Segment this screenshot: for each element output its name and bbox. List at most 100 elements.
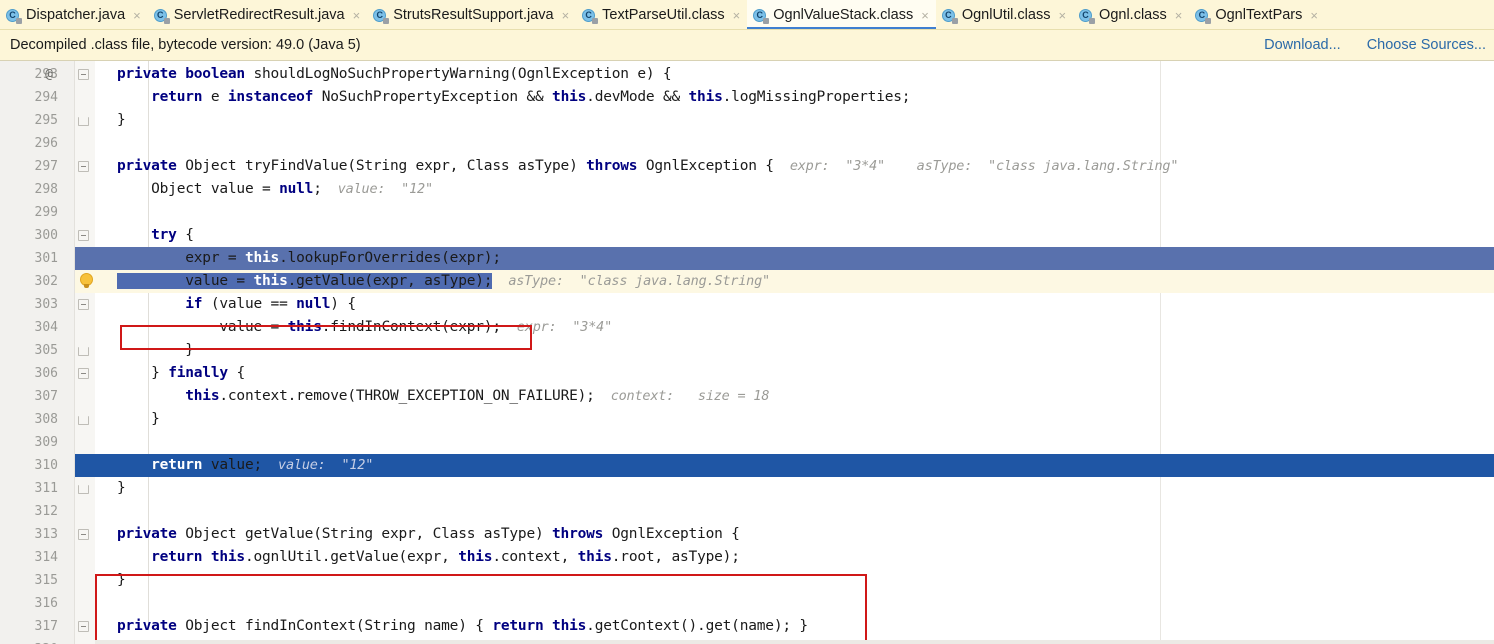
code-line[interactable]: 310 return value; value: "12" xyxy=(0,454,1494,477)
close-icon[interactable]: × xyxy=(353,9,361,22)
code-line[interactable]: 311} xyxy=(0,477,1494,500)
code-statement: value = this.findInContext(expr); xyxy=(117,319,501,335)
code-text[interactable]: if (value == null) { xyxy=(117,293,356,316)
editor-tab-ognlutil-class[interactable]: C OgnlUtil.class × xyxy=(936,0,1073,29)
code-token: Object getValue(String expr, Class asTyp… xyxy=(185,526,553,542)
code-statement: private Object tryFindValue(String expr,… xyxy=(117,158,774,174)
choose-sources-link[interactable]: Choose Sources... xyxy=(1367,37,1486,53)
fold-collapse-icon[interactable] xyxy=(78,299,89,310)
horizontal-scrollbar[interactable] xyxy=(95,640,1494,644)
fold-end-icon[interactable] xyxy=(78,345,89,356)
code-line[interactable]: 314 return this.ognlUtil.getValue(expr, … xyxy=(0,546,1494,569)
annotation-marker-icon[interactable]: @ xyxy=(40,63,58,86)
code-line[interactable]: 298 Object value = null; value: "12" xyxy=(0,178,1494,201)
close-icon[interactable]: × xyxy=(921,9,929,22)
fold-collapse-icon[interactable] xyxy=(78,161,89,172)
line-number: 304 xyxy=(34,320,58,335)
code-line[interactable]: 313 private Object getValue(String expr, … xyxy=(0,523,1494,546)
editor-tab-strutsresultsupport-java[interactable]: C StrutsResultSupport.java × xyxy=(367,0,576,29)
code-line[interactable]: 315} xyxy=(0,569,1494,592)
code-line[interactable]: 306 } finally { xyxy=(0,362,1494,385)
code-text[interactable]: } xyxy=(117,339,194,362)
code-line[interactable]: 317 private Object findInContext(String n… xyxy=(0,615,1494,638)
code-line[interactable]: 309 xyxy=(0,431,1494,454)
code-line[interactable]: 316 xyxy=(0,592,1494,615)
editor-tab-ognlvaluestack-class[interactable]: C OgnlValueStack.class × xyxy=(747,0,936,29)
code-statement: if (value == null) { xyxy=(117,296,356,312)
close-icon[interactable]: × xyxy=(562,9,570,22)
java-class-icon: C xyxy=(153,8,170,24)
close-icon[interactable]: × xyxy=(1058,9,1066,22)
code-text[interactable]: private Object tryFindValue(String expr,… xyxy=(117,155,1178,178)
close-icon[interactable]: × xyxy=(133,9,141,22)
keyword-token: try xyxy=(151,227,186,243)
code-text[interactable]: private boolean shouldLogNoSuchPropertyW… xyxy=(117,63,672,86)
fold-collapse-icon[interactable] xyxy=(78,368,89,379)
code-text[interactable]: } xyxy=(117,109,126,132)
code-line[interactable]: 304 value = this.findInContext(expr); exp… xyxy=(0,316,1494,339)
code-line[interactable]: 293 @ private boolean shouldLogNoSuchPrope… xyxy=(0,63,1494,86)
code-line[interactable]: 301 expr = this.lookupForOverrides(expr)… xyxy=(0,247,1494,270)
code-text[interactable]: Object value = null; value: "12" xyxy=(117,178,433,201)
code-line[interactable]: 312 xyxy=(0,500,1494,523)
debugger-inline-value-hint[interactable]: value: "12" xyxy=(338,181,433,197)
editor-tab-ognl-class[interactable]: C Ognl.class × xyxy=(1073,0,1189,29)
debugger-inline-value-hint[interactable]: asType: "class java.lang.String" xyxy=(508,273,770,289)
code-line[interactable]: 305 } xyxy=(0,339,1494,362)
code-editor[interactable]: 293 @ private boolean shouldLogNoSuchPrope… xyxy=(0,61,1494,644)
code-line[interactable]: 302 value = this.getValue(expr, asType);… xyxy=(0,270,1494,293)
editor-tab-textparseutil-class[interactable]: C TextParseUtil.class × xyxy=(576,0,747,29)
code-text[interactable]: } xyxy=(117,408,160,431)
editor-tab-label: Dispatcher.java xyxy=(26,7,126,23)
debugger-inline-value-hint[interactable]: expr: "3*4" asType: "class java.lang.Str… xyxy=(790,158,1179,174)
code-line[interactable]: 300 try { xyxy=(0,224,1494,247)
close-icon[interactable]: × xyxy=(1175,9,1183,22)
keyword-token: this xyxy=(185,388,220,404)
fold-collapse-icon[interactable] xyxy=(78,529,89,540)
editor-tab-ognltextpars[interactable]: C OgnlTextPars × xyxy=(1189,0,1325,29)
code-text[interactable]: this.context.remove(THROW_EXCEPTION_ON_F… xyxy=(117,385,769,408)
code-line[interactable]: 297 private Object tryFindValue(String ex… xyxy=(0,155,1494,178)
code-text[interactable]: private Object findInContext(String name… xyxy=(117,615,808,638)
fold-end-icon[interactable] xyxy=(78,483,89,494)
editor-tab-dispatcher-java[interactable]: C Dispatcher.java × xyxy=(0,0,148,29)
code-text[interactable]: } xyxy=(117,569,126,592)
code-line[interactable]: 307 this.context.remove(THROW_EXCEPTION_… xyxy=(0,385,1494,408)
code-text[interactable]: private Object getValue(String expr, Cla… xyxy=(117,523,740,546)
code-text[interactable]: return this.ognlUtil.getValue(expr, this… xyxy=(117,546,740,569)
code-text[interactable]: } finally { xyxy=(117,362,245,385)
code-line[interactable]: 295} xyxy=(0,109,1494,132)
fold-collapse-icon[interactable] xyxy=(78,230,89,241)
code-text[interactable]: return value; value: "12" xyxy=(117,454,373,477)
fold-end-icon[interactable] xyxy=(78,115,89,126)
code-text[interactable]: } xyxy=(117,477,126,500)
editor-tab-servletredirectresult-java[interactable]: C ServletRedirectResult.java × xyxy=(148,0,367,29)
code-line[interactable]: 296 xyxy=(0,132,1494,155)
fold-collapse-icon[interactable] xyxy=(78,69,89,80)
debugger-inline-value-hint[interactable]: value: "12" xyxy=(278,457,373,473)
code-text[interactable]: return e instanceof NoSuchPropertyExcept… xyxy=(117,86,910,109)
debugger-inline-value-hint[interactable]: expr: "3*4" xyxy=(517,319,612,335)
code-line[interactable]: 299 xyxy=(0,201,1494,224)
fold-end-icon[interactable] xyxy=(78,414,89,425)
code-line[interactable]: 294 return e instanceof NoSuchPropertyEx… xyxy=(0,86,1494,109)
code-text[interactable]: value = this.findInContext(expr); expr: "… xyxy=(117,316,612,339)
java-class-icon: C xyxy=(753,8,770,24)
fold-collapse-icon[interactable] xyxy=(78,621,89,632)
code-text[interactable]: expr = this.lookupForOverrides(expr); xyxy=(117,247,501,270)
code-text[interactable]: try { xyxy=(117,224,194,247)
intention-lightbulb-icon[interactable] xyxy=(79,274,94,289)
download-link[interactable]: Download... xyxy=(1264,37,1341,53)
close-icon[interactable]: × xyxy=(1310,9,1318,22)
code-text[interactable]: value = this.getValue(expr, asType); asTy… xyxy=(117,270,770,293)
keyword-token: this xyxy=(253,273,288,289)
keyword-token: private xyxy=(117,66,186,82)
code-line[interactable]: 308 } xyxy=(0,408,1494,431)
keyword-token: this xyxy=(577,549,612,565)
code-statement: this.context.remove(THROW_EXCEPTION_ON_F… xyxy=(117,388,595,404)
debugger-inline-value-hint[interactable]: context: size = 18 xyxy=(611,388,770,404)
code-line[interactable]: 303 if (value == null) { xyxy=(0,293,1494,316)
close-icon[interactable]: × xyxy=(733,9,741,22)
